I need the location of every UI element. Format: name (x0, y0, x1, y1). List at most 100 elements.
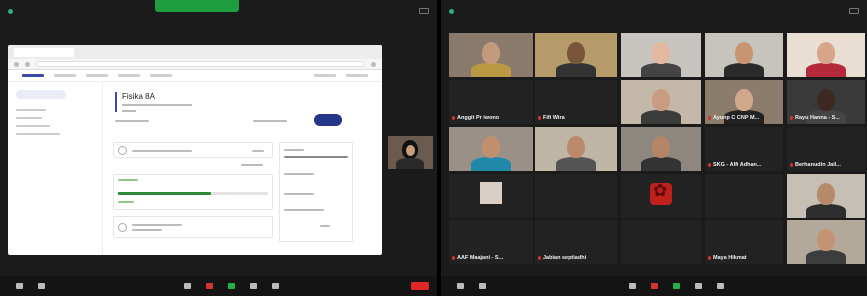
participant-face (567, 135, 585, 158)
participant-video (449, 127, 533, 171)
participants-button[interactable] (177, 282, 199, 290)
share-screen-button[interactable] (665, 282, 687, 290)
nav-item[interactable] (346, 74, 368, 77)
assignment-row[interactable] (113, 142, 273, 158)
view-icon[interactable] (849, 8, 859, 14)
reactions-icon (716, 282, 724, 289)
chat-icon (650, 282, 658, 289)
mic-icon (15, 282, 23, 289)
participant-tile[interactable] (787, 33, 865, 77)
participant-tile[interactable]: Berhanudin Jail... (787, 127, 865, 171)
record-button[interactable] (243, 282, 265, 290)
secure-icon (8, 8, 13, 14)
right-meeting-window: Anggit Pr iwono Fifi Wira Ayunp C CNP M...… (441, 0, 867, 296)
participant-tile[interactable] (621, 174, 701, 218)
participant-tile[interactable] (705, 174, 783, 218)
browser-tab[interactable] (14, 47, 74, 57)
participant-tile[interactable] (449, 127, 533, 171)
participant-tile[interactable] (621, 33, 701, 77)
participant-tile[interactable]: Maya Hikmat (705, 220, 783, 264)
nav-item[interactable] (22, 74, 44, 77)
right-top-bar (441, 0, 867, 22)
participant-name: Berhanudin Jail... (795, 162, 841, 168)
participant-tile[interactable]: Fifi Wira (535, 80, 617, 124)
participant-video (705, 33, 783, 77)
participant-tile[interactable] (449, 174, 533, 218)
progress-card (113, 174, 273, 210)
sidebar-item[interactable] (16, 109, 46, 111)
chat-button[interactable] (643, 282, 665, 290)
view-icon[interactable] (419, 8, 429, 14)
chat-button[interactable] (199, 282, 221, 290)
nav-item[interactable] (150, 74, 172, 77)
mic-button[interactable] (8, 282, 30, 290)
muted-mic-icon (452, 256, 455, 260)
mic-button[interactable] (449, 282, 471, 290)
participant-tile[interactable]: Jabian septiadhi (535, 220, 617, 264)
participant-video (787, 33, 865, 77)
url-field[interactable] (36, 61, 365, 67)
nav-item[interactable] (314, 74, 336, 77)
nav-item[interactable] (86, 74, 108, 77)
reactions-button[interactable] (709, 282, 731, 290)
participant-tile[interactable]: SKG - Alfi Adhan... (705, 127, 783, 171)
participant-tile[interactable] (705, 33, 783, 77)
video-button[interactable] (30, 282, 52, 290)
participant-tile[interactable] (787, 174, 865, 218)
menu-icon[interactable] (371, 61, 376, 67)
participant-tile[interactable] (621, 127, 701, 171)
participant-body (641, 157, 681, 171)
participant-tile[interactable] (535, 174, 617, 218)
join-button[interactable] (314, 114, 342, 126)
participant-body (556, 157, 596, 171)
record-button[interactable] (687, 282, 709, 290)
forward-icon[interactable] (25, 61, 30, 67)
participants-button[interactable] (621, 282, 643, 290)
participant-name: Maya Hikmat (713, 255, 747, 261)
participant-tile[interactable] (621, 80, 701, 124)
sharing-banner[interactable] (155, 0, 239, 12)
sidebar-item[interactable] (16, 117, 42, 119)
video-icon (478, 282, 486, 289)
progress-bar (118, 192, 268, 195)
participant-tile[interactable]: AAF Maajani - S... (449, 220, 533, 264)
participant-tile[interactable] (449, 33, 533, 77)
link-text[interactable] (253, 120, 287, 122)
participant-video (787, 220, 865, 264)
material-icon (118, 223, 127, 232)
participant-tile[interactable] (535, 33, 617, 77)
view-all-link[interactable] (241, 164, 263, 166)
participant-video (449, 33, 533, 77)
participants-icon (184, 282, 191, 289)
participant-tile[interactable]: Anggit Pr iwono (449, 80, 533, 124)
participants-icon (628, 282, 636, 289)
info-panel (279, 142, 353, 242)
participant-body (806, 204, 846, 218)
nav-item[interactable] (54, 74, 76, 77)
reactions-button[interactable] (265, 282, 287, 290)
participant-tile[interactable]: Ayunp C CNP M... (705, 80, 783, 124)
video-button[interactable] (471, 282, 493, 290)
back-icon[interactable] (14, 61, 19, 67)
participant-tile[interactable]: Rayu Hanna - S... (787, 80, 865, 124)
muted-mic-icon (708, 116, 711, 120)
muted-mic-icon (708, 163, 711, 167)
participant-body (806, 250, 846, 264)
end-button[interactable] (411, 282, 429, 290)
participant-tile[interactable] (621, 220, 701, 264)
participant-tile[interactable] (535, 127, 617, 171)
participant-face (652, 135, 670, 158)
nav-item[interactable] (118, 74, 140, 77)
participant-name: Rayu Hanna - S... (795, 115, 840, 121)
sidebar-item[interactable] (16, 125, 50, 127)
participant-video (621, 33, 701, 77)
shared-screen: Fisika 8A (8, 45, 382, 255)
material-row[interactable] (113, 216, 273, 238)
share-screen-button[interactable] (221, 282, 243, 290)
participant-face (482, 41, 500, 64)
muted-mic-icon (790, 116, 793, 120)
sidebar-active-pill[interactable] (16, 90, 66, 99)
floating-self-view[interactable] (388, 136, 433, 169)
participant-tile[interactable] (787, 220, 865, 264)
sidebar-item[interactable] (16, 133, 60, 135)
